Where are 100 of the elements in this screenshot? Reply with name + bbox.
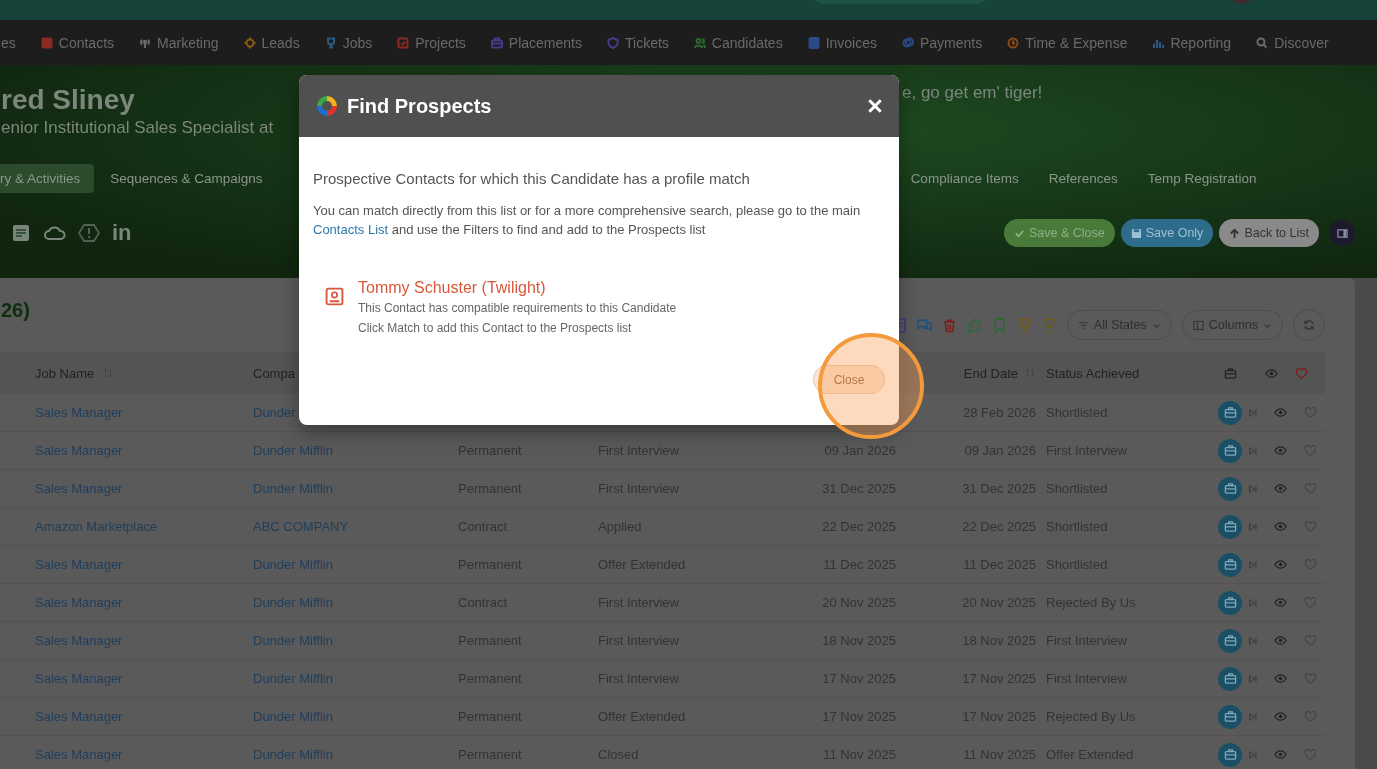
eye-icon[interactable] bbox=[1274, 482, 1287, 495]
eye-icon[interactable] bbox=[1274, 520, 1287, 533]
save-button[interactable]: Save Only bbox=[1120, 219, 1214, 247]
trophy-icon[interactable] bbox=[1041, 317, 1057, 333]
company-link[interactable]: ABC COMPANY bbox=[253, 519, 349, 534]
document-icon[interactable] bbox=[10, 223, 32, 243]
job-link[interactable]: Sales Manager bbox=[35, 709, 123, 724]
job-title: enior Institutional Sales Specialist at bbox=[1, 118, 274, 138]
tab[interactable]: Sequences & Campaigns bbox=[96, 164, 277, 193]
columns-icon bbox=[1192, 319, 1204, 331]
nav-item[interactable]: Discover bbox=[1256, 34, 1329, 51]
skip-icon[interactable] bbox=[1248, 483, 1258, 494]
cloud-icon[interactable] bbox=[44, 223, 66, 243]
contacts-list-link[interactable]: Contacts List bbox=[313, 222, 389, 237]
nav-item[interactable]: es bbox=[1, 34, 16, 51]
placement-button[interactable] bbox=[1218, 666, 1242, 691]
eye-icon[interactable] bbox=[1274, 710, 1287, 723]
placement-button[interactable] bbox=[1218, 590, 1242, 615]
job-link[interactable]: Sales Manager bbox=[35, 595, 123, 610]
chat-icon[interactable] bbox=[916, 317, 932, 333]
save-icon bbox=[1130, 227, 1142, 239]
back-button[interactable]: Back to List bbox=[1219, 219, 1319, 247]
skip-icon[interactable] bbox=[1248, 711, 1258, 722]
briefcase-icon bbox=[1223, 634, 1237, 647]
panel-toggle-button[interactable] bbox=[1329, 220, 1355, 246]
placement-button[interactable] bbox=[1218, 628, 1242, 653]
nav-item[interactable]: Leads bbox=[243, 34, 300, 51]
bookmark-icon[interactable] bbox=[991, 317, 1007, 333]
person-name: red Sliney bbox=[1, 83, 135, 117]
job-link[interactable]: Sales Manager bbox=[35, 633, 123, 648]
skip-icon[interactable] bbox=[1248, 749, 1258, 760]
company-link[interactable]: Dunder Mifflin bbox=[253, 443, 333, 458]
job-link[interactable]: Sales Manager bbox=[35, 671, 123, 686]
company-link[interactable]: Dunder Mifflin bbox=[253, 709, 333, 724]
nav-item[interactable]: Candidates bbox=[693, 34, 783, 51]
nav-item[interactable]: Placements bbox=[490, 34, 582, 51]
nav-item[interactable]: Projects bbox=[397, 34, 466, 51]
skip-icon[interactable] bbox=[1248, 559, 1258, 570]
arrow-up-icon bbox=[1229, 227, 1241, 239]
nav-item[interactable]: Contacts bbox=[40, 34, 115, 51]
eye-icon[interactable] bbox=[1274, 748, 1287, 761]
tab[interactable]: References bbox=[1034, 164, 1132, 193]
tab[interactable]: Compliance Items bbox=[896, 164, 1033, 193]
linkedin-icon[interactable]: in bbox=[112, 223, 132, 243]
placement-button[interactable] bbox=[1218, 552, 1242, 577]
skip-icon[interactable] bbox=[1248, 635, 1258, 646]
job-link[interactable]: Sales Manager bbox=[35, 557, 123, 572]
eye-icon[interactable] bbox=[1274, 634, 1287, 647]
placement-button[interactable] bbox=[1218, 476, 1242, 501]
nav-item[interactable]: Time & Expense bbox=[1007, 34, 1128, 51]
company-link[interactable]: Dunder Mifflin bbox=[253, 671, 333, 686]
close-button[interactable]: Close bbox=[813, 365, 885, 394]
tab[interactable]: Temp Registration bbox=[1133, 164, 1271, 193]
placement-button[interactable] bbox=[1218, 438, 1242, 463]
nav-item[interactable]: Invoices bbox=[807, 34, 877, 51]
eye-icon[interactable] bbox=[1274, 558, 1287, 571]
trophy-icon[interactable] bbox=[1016, 317, 1032, 333]
company-link[interactable]: Dunder Mifflin bbox=[253, 481, 333, 496]
briefcase-icon bbox=[1223, 596, 1237, 609]
skip-icon[interactable] bbox=[1248, 407, 1258, 418]
job-link[interactable]: Sales Manager bbox=[35, 747, 123, 762]
skip-icon[interactable] bbox=[1248, 521, 1258, 532]
placement-button[interactable] bbox=[1218, 742, 1242, 767]
trash-icon[interactable] bbox=[941, 317, 957, 333]
prospect-note: This Contact has compatible requirements to this Candidate bbox=[358, 300, 677, 317]
nav-item[interactable]: Payments bbox=[902, 34, 983, 51]
placement-button[interactable] bbox=[1218, 400, 1242, 425]
job-link[interactable]: Sales Manager bbox=[35, 481, 123, 496]
skip-icon[interactable] bbox=[1248, 445, 1258, 456]
eye-icon[interactable] bbox=[1274, 406, 1287, 419]
nav-item[interactable]: Marketing bbox=[139, 34, 219, 51]
job-link[interactable]: Sales Manager bbox=[35, 443, 123, 458]
tab[interactable]: ry & Activities bbox=[0, 164, 95, 193]
nav-item[interactable]: Tickets bbox=[607, 34, 669, 51]
job-link[interactable]: Amazon Marketplace bbox=[35, 519, 158, 534]
thumbs-up-icon[interactable] bbox=[966, 317, 982, 333]
company-link[interactable]: Dunder Mifflin bbox=[253, 557, 333, 572]
eye-icon[interactable] bbox=[1274, 444, 1287, 457]
job-link[interactable]: Sales Manager bbox=[35, 405, 123, 420]
company-link[interactable]: Dunder Mifflin bbox=[253, 595, 333, 610]
nav-item[interactable]: Reporting bbox=[1152, 34, 1232, 51]
company-link[interactable]: Dunder bbox=[253, 405, 296, 420]
warning-icon[interactable] bbox=[78, 223, 100, 243]
placement-button[interactable] bbox=[1218, 514, 1242, 539]
placement-button[interactable] bbox=[1218, 704, 1242, 729]
prospect-note: Click Match to add this Contact to the Prospects list bbox=[358, 320, 633, 337]
skip-icon[interactable] bbox=[1248, 597, 1258, 608]
close-button[interactable] bbox=[867, 98, 883, 114]
save-button[interactable]: Save & Close bbox=[1003, 219, 1115, 247]
eye-icon[interactable] bbox=[1274, 596, 1287, 609]
company-link[interactable]: Dunder Mifflin bbox=[253, 633, 333, 648]
greeting-text: e, go get em' tiger! bbox=[902, 83, 1043, 103]
prospect-name[interactable]: Tommy Schuster (Twilight) bbox=[358, 279, 677, 297]
briefcase-icon bbox=[1223, 748, 1237, 761]
nav-item[interactable]: Jobs bbox=[324, 34, 373, 51]
eye-icon[interactable] bbox=[1274, 672, 1287, 685]
skip-icon[interactable] bbox=[1248, 673, 1258, 684]
company-link[interactable]: Dunder Mifflin bbox=[253, 747, 333, 762]
briefcase-icon bbox=[1223, 406, 1237, 419]
refresh-button[interactable] bbox=[1293, 309, 1325, 341]
